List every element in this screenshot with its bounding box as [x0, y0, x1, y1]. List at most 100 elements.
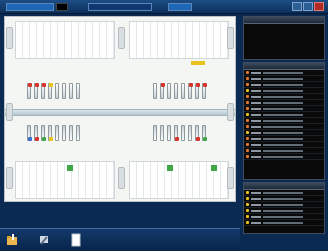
status-icon [246, 125, 249, 128]
row-text-long [263, 197, 303, 200]
row-text-short [251, 113, 261, 116]
status-icon [246, 83, 249, 86]
upper-right-tooth-6[interactable] [188, 83, 193, 99]
lower-left-tooth-2[interactable] [34, 125, 39, 141]
lower-right-tooth-8[interactable] [202, 125, 207, 141]
title-segment-1[interactable] [6, 3, 54, 11]
upper-right-perio-grid[interactable] [129, 21, 229, 59]
lower-right-tooth-4[interactable] [174, 125, 179, 141]
row-text-long [263, 149, 303, 152]
upper-left-tooth-4[interactable] [48, 83, 53, 99]
lower-right-tooth-2[interactable] [160, 125, 164, 141]
lower-right-tooth-6[interactable] [188, 125, 192, 141]
upper-left-perio-grid[interactable] [15, 21, 115, 59]
lower-right-green-marker [167, 165, 173, 171]
side-panel-middle-list [244, 70, 324, 160]
status-icon [246, 89, 249, 92]
document-icon[interactable] [70, 233, 82, 247]
upper-right-tooth-2[interactable] [160, 83, 165, 99]
row-text-long [263, 83, 303, 86]
title-segment-4[interactable] [168, 3, 192, 11]
lower-left-green-marker [67, 165, 73, 171]
lower-left-handle[interactable] [6, 167, 13, 189]
upper-right-tooth-8[interactable] [202, 83, 207, 99]
middle-list-row[interactable] [244, 154, 324, 160]
minimize-icon[interactable] [292, 2, 302, 11]
upper-center-handle[interactable] [118, 27, 125, 49]
lower-right-tooth-5[interactable] [181, 125, 185, 141]
title-segment-2[interactable] [56, 3, 68, 11]
tools-icon[interactable] [38, 233, 50, 247]
row-text-short [251, 155, 261, 158]
side-panel-middle[interactable] [243, 62, 325, 180]
lower-center-handle[interactable] [118, 167, 125, 189]
row-text-long [263, 131, 303, 134]
upper-left-tooth-2[interactable] [34, 83, 39, 99]
upper-left-tooth-8[interactable] [76, 83, 80, 99]
lower-right-handle[interactable] [227, 167, 234, 189]
row-text-short [251, 137, 261, 140]
row-text-short [251, 191, 261, 194]
status-icon [246, 221, 249, 224]
row-text-long [263, 137, 303, 140]
row-text-long [263, 191, 303, 194]
status-icon [246, 149, 249, 152]
lower-right-tooth-3[interactable] [167, 125, 171, 141]
upper-right-handle[interactable] [227, 27, 234, 49]
row-text-long [263, 101, 303, 104]
upper-left-tooth-5[interactable] [55, 83, 59, 99]
status-icon [246, 71, 249, 74]
row-text-short [251, 119, 261, 122]
bottom-list-row[interactable] [244, 220, 324, 226]
dental-chart-panel[interactable] [4, 16, 236, 202]
title-segment-3[interactable] [88, 3, 152, 11]
status-icon [246, 155, 249, 158]
row-text-short [251, 89, 261, 92]
lower-right-tooth-7[interactable] [195, 125, 200, 141]
upper-right-tooth-1[interactable] [153, 83, 157, 99]
row-text-long [263, 203, 303, 206]
upper-right-tooth-7[interactable] [195, 83, 200, 99]
upper-left-tooth-1[interactable] [27, 83, 32, 99]
status-icon [246, 191, 249, 194]
lower-left-tooth-5[interactable] [55, 125, 59, 141]
upper-right-tooth-4[interactable] [174, 83, 178, 99]
side-panel-top[interactable] [243, 16, 325, 60]
lower-left-tooth-6[interactable] [62, 125, 66, 141]
upper-left-tooth-7[interactable] [69, 83, 73, 99]
lower-left-tooth-8[interactable] [76, 125, 80, 141]
row-text-long [263, 95, 303, 98]
folder-icon[interactable] [6, 233, 18, 247]
upper-right-tooth-5[interactable] [181, 83, 185, 99]
side-panel-top-header [244, 17, 324, 24]
row-text-short [251, 209, 261, 212]
upper-left-handle[interactable] [6, 27, 13, 49]
window-controls [292, 2, 324, 12]
mid-right-handle[interactable] [227, 103, 234, 121]
status-icon [246, 131, 249, 134]
close-icon[interactable] [314, 2, 324, 11]
mid-left-handle[interactable] [6, 103, 13, 121]
row-text-short [251, 101, 261, 104]
upper-right-tooth-3[interactable] [167, 83, 171, 99]
status-icon [246, 101, 249, 104]
row-text-short [251, 221, 261, 224]
row-text-short [251, 203, 261, 206]
maximize-icon[interactable] [303, 2, 313, 11]
lower-left-tooth-4[interactable] [48, 125, 53, 141]
row-text-long [263, 107, 303, 110]
lower-right-tooth-1[interactable] [153, 125, 157, 141]
status-icon [246, 143, 249, 146]
lower-left-tooth-7[interactable] [69, 125, 73, 141]
upper-left-tooth-6[interactable] [62, 83, 66, 99]
status-icon [246, 209, 249, 212]
upper-left-tooth-3[interactable] [41, 83, 46, 99]
row-text-long [263, 143, 303, 146]
row-text-long [263, 125, 303, 128]
lower-left-tooth-1[interactable] [27, 125, 32, 141]
row-text-short [251, 197, 261, 200]
lower-left-tooth-3[interactable] [41, 125, 46, 141]
side-panel-bottom[interactable] [243, 182, 325, 234]
lower-left-perio-grid[interactable] [15, 161, 115, 199]
status-icon [246, 137, 249, 140]
